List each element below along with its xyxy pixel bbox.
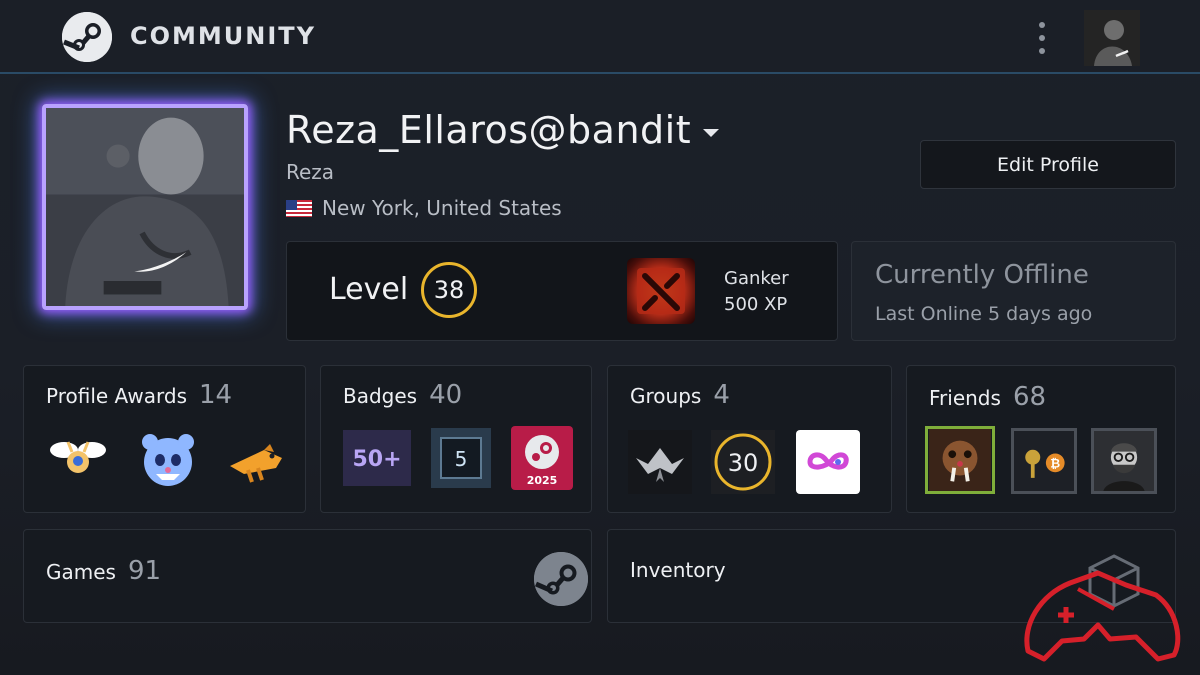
card-count: 40 xyxy=(429,380,463,410)
username-row[interactable]: Reza_Ellaros@bandit xyxy=(286,108,720,152)
status-panel: Currently Offline Last Online 5 days ago xyxy=(851,241,1176,341)
card-title: Inventory xyxy=(630,558,726,582)
badges-card[interactable]: Badges 40 50+ 5 2025 xyxy=(320,365,592,513)
friends-card[interactable]: Friends 68 ₿ xyxy=(906,365,1176,513)
card-count: 4 xyxy=(713,380,730,410)
group-gamepad-icon[interactable] xyxy=(796,430,860,494)
group-level-30-icon[interactable]: 30 xyxy=(711,430,775,494)
card-count: 68 xyxy=(1012,382,1047,412)
profile-awards-card[interactable]: Profile Awards 14 xyxy=(23,365,306,513)
card-title: Groups xyxy=(630,384,702,408)
groups-card[interactable]: Groups 4 30 xyxy=(607,365,892,513)
us-flag-icon xyxy=(286,199,312,217)
level-label: Level xyxy=(329,272,409,307)
svg-text:30: 30 xyxy=(728,449,759,477)
card-title: Friends xyxy=(929,386,1001,410)
card-count: 14 xyxy=(199,380,233,410)
svg-text:2025: 2025 xyxy=(527,474,558,487)
kebab-menu-icon[interactable] xyxy=(1030,20,1054,56)
steam-logo-icon[interactable] xyxy=(62,12,112,62)
card-header: Friends 68 xyxy=(929,382,1046,412)
profile-avatar[interactable] xyxy=(42,104,248,310)
username: Reza_Ellaros@bandit xyxy=(286,108,692,152)
friend-avatar-bearded[interactable] xyxy=(1091,428,1157,494)
location: New York, United States xyxy=(286,196,562,220)
card-header: Games 91 xyxy=(46,556,161,586)
dota-badge-icon[interactable] xyxy=(627,258,695,324)
svg-text:₿: ₿ xyxy=(1050,457,1060,471)
status-subtitle: Last Online 5 days ago xyxy=(875,303,1093,325)
badge-name: Ganker xyxy=(724,268,789,289)
card-header: Inventory xyxy=(630,558,726,582)
award-leopard-icon[interactable] xyxy=(136,428,200,492)
status-title: Currently Offline xyxy=(875,260,1089,290)
level-panel[interactable]: Level 38 Ganker 500 XP xyxy=(286,241,838,341)
card-header: Profile Awards 14 xyxy=(46,380,232,410)
edit-profile-button[interactable]: Edit Profile xyxy=(920,140,1176,189)
top-bar: COMMUNITY xyxy=(0,0,1200,74)
friend-avatar-keys[interactable]: ₿ xyxy=(1011,428,1077,494)
card-title: Games xyxy=(46,560,116,584)
user-avatar[interactable] xyxy=(1084,10,1140,66)
friend-avatar-walrus[interactable] xyxy=(925,426,995,494)
watermark-logo xyxy=(1018,555,1186,667)
group-phoenix-icon[interactable] xyxy=(628,430,692,494)
badge-xp: 500 XP xyxy=(724,294,788,315)
card-title: Profile Awards xyxy=(46,384,188,408)
award-raptor-icon[interactable] xyxy=(224,428,288,492)
card-count: 91 xyxy=(127,556,162,586)
games-card[interactable]: Games 91 xyxy=(23,529,592,623)
award-bug-icon[interactable] xyxy=(46,428,110,492)
steam-logo-icon xyxy=(534,552,588,606)
card-title: Badges xyxy=(343,384,418,408)
badge-5-icon[interactable]: 5 xyxy=(431,428,491,488)
real-name: Reza xyxy=(286,160,335,184)
card-header: Badges 40 xyxy=(343,380,462,410)
badge-50plus-icon[interactable]: 50+ xyxy=(343,430,411,486)
svg-text:5: 5 xyxy=(455,447,468,471)
svg-text:50+: 50+ xyxy=(352,447,401,472)
badge-2025-icon[interactable]: 2025 xyxy=(511,426,573,490)
level-value: 38 xyxy=(421,262,477,318)
brand-title[interactable]: COMMUNITY xyxy=(130,22,316,50)
chevron-down-icon[interactable] xyxy=(703,129,720,137)
location-text: New York, United States xyxy=(322,196,562,220)
card-header: Groups 4 xyxy=(630,380,730,410)
